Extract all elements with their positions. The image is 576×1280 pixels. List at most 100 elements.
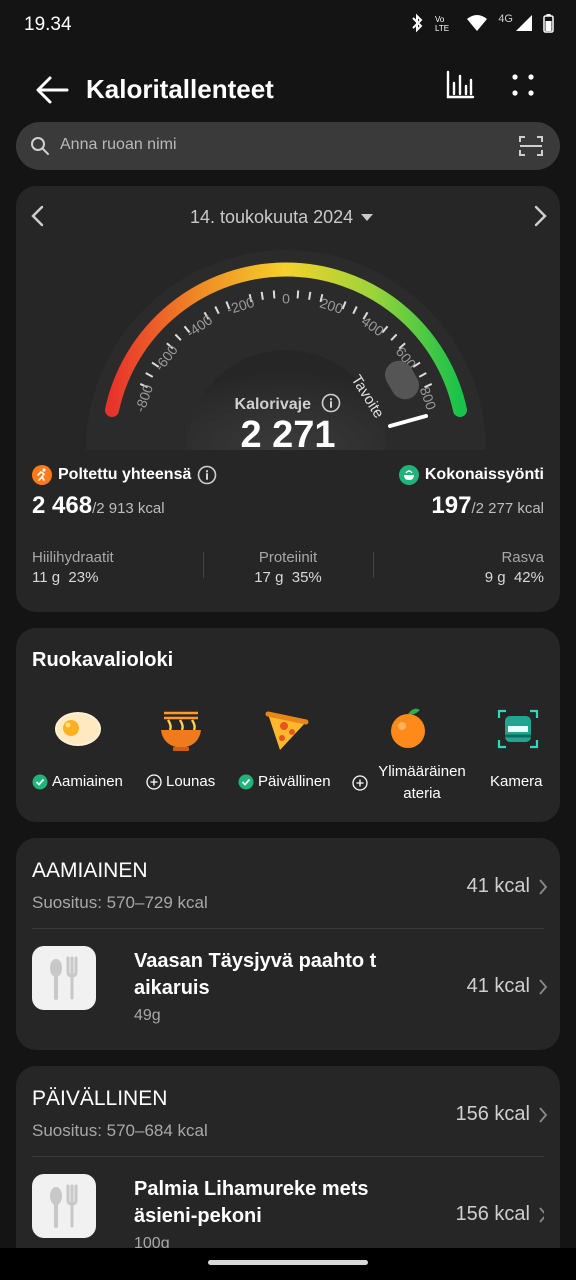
network-type: 4G (498, 13, 513, 25)
diary-item-extra[interactable]: Ylimääräinen ateria (352, 761, 472, 805)
burned-value: 2 468 (32, 492, 93, 519)
macro-value: 9 g 42% (484, 569, 544, 586)
food-placeholder (32, 946, 96, 1010)
chevron-right-icon (539, 878, 548, 895)
chevron-right-icon (539, 1206, 544, 1223)
check-circle-icon (238, 774, 254, 789)
gauge-tick (272, 290, 276, 299)
meal-title: AAMIAINEN (32, 859, 148, 882)
intake-label: Kokonaissyönti (424, 466, 544, 483)
food-row[interactable]: Palmia Lihamureke mets äsieni-pekoni 100… (32, 1174, 544, 1248)
signal-icon (516, 15, 532, 31)
meal-title: PÄIVÄLLINEN (32, 1087, 168, 1110)
macro-fat: Rasva 9 g 42% (485, 549, 544, 586)
diary-item-label: Päivällinen (258, 773, 331, 790)
burned-target: /2 913 kcal (92, 500, 165, 517)
burned-header: Poltettu yhteensä (32, 465, 217, 485)
bluetooth-icon (412, 13, 423, 33)
gesture-nav-bar (0, 1248, 576, 1280)
food-quantity: 49g (134, 1007, 161, 1024)
bar-chart-icon[interactable] (445, 70, 475, 100)
diary-title: Ruokavalioloki (32, 649, 174, 671)
running-icon (32, 465, 52, 485)
diary-item-label: Lounas (166, 773, 216, 790)
search-input[interactable]: Anna ruoan nimi (16, 122, 560, 170)
diary-item-label: Kamera (490, 773, 543, 790)
volte-icon: VoLTE (435, 15, 449, 33)
back-arrow-icon[interactable] (34, 72, 70, 108)
food-kcal: 41 kcal (466, 975, 530, 997)
gauge-tick (260, 291, 264, 300)
noodle-bowl-icon[interactable] (158, 708, 204, 752)
divider (32, 1156, 544, 1157)
food-kcal: 156 kcal (455, 1203, 531, 1225)
camera-scan-icon[interactable] (496, 708, 540, 750)
svg-text:LTE: LTE (435, 24, 449, 33)
dropdown-icon (361, 213, 374, 221)
macro-label: Proteiinit (258, 549, 318, 566)
intake-values: 197/2 277 kcal (431, 492, 544, 520)
meal-kcal-row[interactable]: 156 kcal (456, 1103, 549, 1126)
more-options-icon[interactable] (510, 72, 536, 98)
diary-item-dinner[interactable]: Päivällinen (238, 773, 331, 790)
burned-info-icon[interactable] (197, 465, 217, 485)
wifi-icon (467, 15, 488, 31)
macro-separator (203, 552, 204, 578)
burned-label: Poltettu yhteensä (58, 466, 192, 483)
svg-text:Vo: Vo (435, 15, 445, 24)
meal-kcal: 41 kcal (466, 875, 530, 897)
macro-label: Hiilihydraatit (32, 549, 114, 566)
meal-recommendation: Suositus: 570–684 kcal (32, 1121, 208, 1140)
diary-item-lunch[interactable]: Lounas (146, 773, 215, 790)
status-time: 19.34 (24, 14, 72, 35)
orange-icon[interactable] (388, 704, 428, 750)
macro-value: 17 g 35% (254, 569, 322, 586)
macro-label: Rasva (501, 549, 544, 566)
meal-kcal: 156 kcal (455, 1103, 531, 1125)
diary-item-camera[interactable]: Kamera (490, 773, 543, 790)
deficit-label-row: Kalorivaje (0, 393, 576, 414)
page-title: Kaloritallenteet (86, 74, 274, 104)
food-placeholder (32, 1174, 96, 1238)
battery-icon (543, 14, 554, 33)
diary-item-label: Aamiainen (52, 773, 123, 790)
add-circle-icon (352, 775, 368, 791)
food-quantity: 100g (134, 1235, 170, 1248)
info-icon[interactable] (321, 393, 341, 413)
macro-value: 11 g 23% (32, 569, 99, 586)
macro-separator (373, 552, 374, 578)
date-label: 14. toukokuuta 2024 (190, 207, 354, 227)
intake-target: /2 277 kcal (471, 500, 544, 517)
meal-kcal-row[interactable]: 41 kcal (467, 875, 548, 898)
pizza-slice-icon[interactable] (264, 708, 310, 752)
food-name: Palmia Lihamureke mets äsieni-pekoni (134, 1178, 369, 1227)
food-kcal-row: 156 kcal (455, 1203, 544, 1226)
diary-item-label: Ylimääräinen ateria (378, 763, 466, 802)
search-placeholder: Anna ruoan nimi (60, 136, 177, 153)
next-day-icon[interactable] (530, 204, 550, 228)
divider (32, 928, 544, 929)
macro-protein: Proteiinit 17 g 35% (218, 549, 358, 586)
meal-recommendation: Suositus: 570–729 kcal (32, 893, 208, 912)
spoon-fork-icon (50, 956, 78, 1000)
chevron-right-icon (539, 1106, 548, 1123)
date-selector[interactable]: 14. toukokuuta 2024 (190, 207, 374, 228)
food-name: Vaasan Täysjyvä paahto t aikaruis (134, 950, 377, 999)
status-bar: 19.34 Vo LTE 4G (0, 0, 576, 50)
food-row[interactable]: Vaasan Täysjyvä paahto t aikaruis 49g 41… (32, 946, 548, 1036)
intake-value: 197 (431, 492, 472, 519)
diary-item-breakfast[interactable]: Aamiainen (32, 773, 123, 790)
previous-day-icon[interactable] (28, 204, 48, 228)
egg-icon[interactable] (52, 706, 104, 752)
burned-values: 2 468/2 913 kcal (32, 492, 165, 520)
intake-header: Kokonaissyönti (398, 465, 544, 485)
gauge-tick (308, 291, 312, 300)
deficit-label: Kalorivaje (234, 396, 312, 413)
food-kcal-row: 41 kcal (467, 975, 548, 998)
macro-carbs: Hiilihydraatit 11 g 23% (32, 549, 114, 586)
home-indicator[interactable] (208, 1260, 368, 1265)
scan-icon[interactable] (518, 134, 544, 158)
bowl-icon (398, 465, 419, 485)
chevron-right-icon (539, 978, 548, 995)
deficit-value: 2 271 (240, 414, 336, 456)
